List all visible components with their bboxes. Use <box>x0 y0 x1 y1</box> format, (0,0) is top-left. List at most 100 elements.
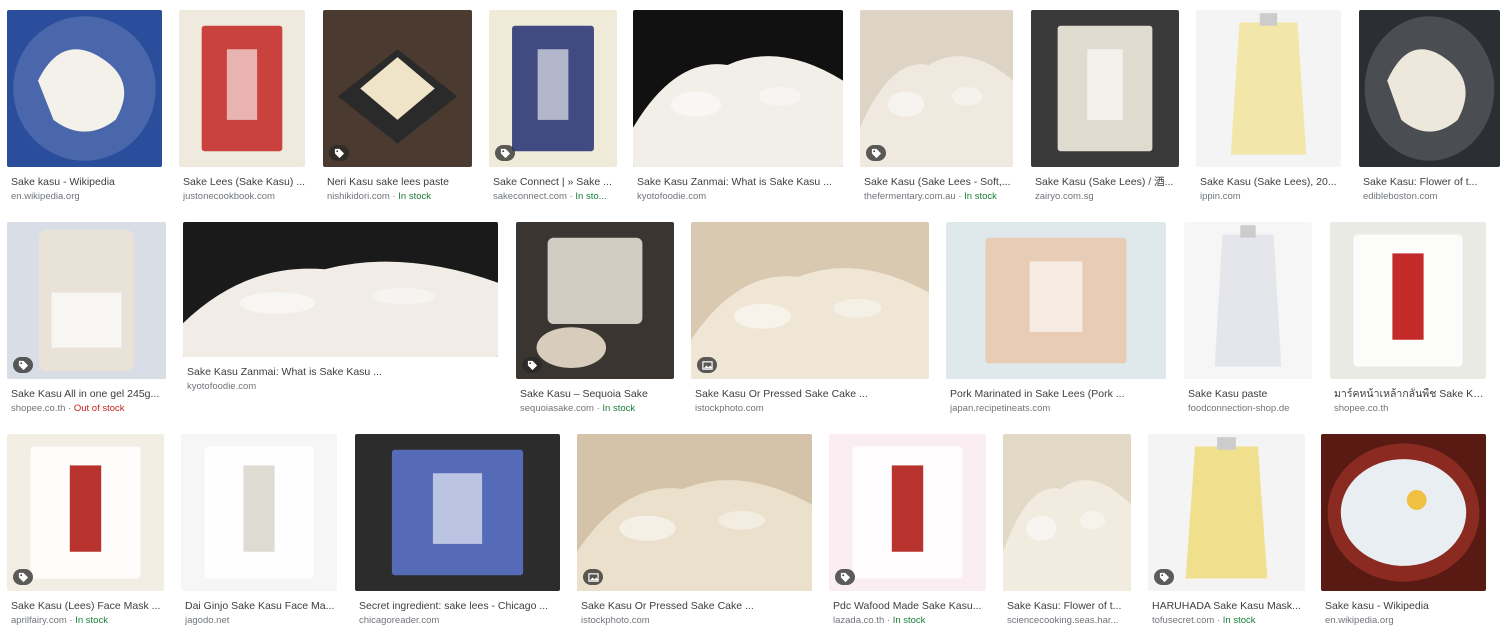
lees-thumbnail[interactable] <box>183 222 498 357</box>
lees-thumbnail[interactable] <box>1003 434 1131 591</box>
image-result-card[interactable]: Sake Kasu Or Pressed Sake Cake ... istock… <box>577 434 812 629</box>
image-result-card[interactable]: Sake Kasu – Sequoia Sake sequoiasake.com … <box>516 222 674 417</box>
result-source: nishikidori.com · In stock <box>327 190 472 203</box>
result-title[interactable]: HARUHADA Sake Kasu Mask... <box>1152 599 1305 613</box>
result-source: en.wikipedia.org <box>1325 614 1486 627</box>
result-caption: Sake Kasu: Flower of t... edibleboston.co… <box>1363 175 1500 203</box>
bowl-thumbnail[interactable] <box>1359 10 1500 167</box>
result-title[interactable]: Sake Connect | » Sake ... <box>493 175 617 189</box>
result-title[interactable]: Pork Marinated in Sake Lees (Pork ... <box>950 387 1166 401</box>
result-title[interactable]: Sake Kasu (Sake Lees), 20... <box>1200 175 1341 189</box>
result-title[interactable]: Pdc Wafood Made Sake Kasu... <box>833 599 986 613</box>
image-result-card[interactable]: Sake Kasu (Sake Lees - Soft,... thefermen… <box>860 10 1013 205</box>
result-title[interactable]: Sake Kasu Zanmai: What is Sake Kasu ... <box>637 175 843 189</box>
image-result-card[interactable]: HARUHADA Sake Kasu Mask... tofusecret.com… <box>1148 434 1305 629</box>
image-result-card[interactable]: Sake Kasu (Sake Lees) / 酒... zairyo.com.s… <box>1031 10 1179 205</box>
package-thumbnail[interactable] <box>946 222 1166 379</box>
pouch-thumbnail[interactable] <box>1196 10 1341 167</box>
package-thumbnail[interactable] <box>489 10 617 167</box>
result-source: sequoiasake.com · In stock <box>520 402 674 415</box>
result-source: lazada.co.th · In stock <box>833 614 986 627</box>
result-title[interactable]: Sake Kasu: Flower of t... <box>1007 599 1131 613</box>
tag-badge <box>13 569 33 585</box>
image-result-card[interactable]: Pdc Wafood Made Sake Kasu... lazada.co.th… <box>829 434 986 629</box>
result-source: kyotofoodie.com <box>187 380 498 393</box>
result-caption: HARUHADA Sake Kasu Mask... tofusecret.com… <box>1152 599 1305 627</box>
result-caption: Neri Kasu sake lees paste nishikidori.com… <box>327 175 472 203</box>
mask-thumbnail[interactable] <box>181 434 337 591</box>
result-caption: Sake Lees (Sake Kasu) ... justonecookbook… <box>183 175 305 203</box>
result-source: justonecookbook.com <box>183 190 305 203</box>
package-thumbnail[interactable] <box>179 10 305 167</box>
result-title[interactable]: Neri Kasu sake lees paste <box>327 175 472 189</box>
image-result-card[interactable]: Sake Lees (Sake Kasu) ... justonecookbook… <box>179 10 305 205</box>
image-result-card[interactable]: Pork Marinated in Sake Lees (Pork ... jap… <box>946 222 1166 417</box>
package-thumbnail[interactable] <box>355 434 560 591</box>
image-result-card[interactable]: Neri Kasu sake lees paste nishikidori.com… <box>323 10 472 205</box>
image-result-card[interactable]: Sake Kasu Zanmai: What is Sake Kasu ... k… <box>633 10 843 205</box>
result-title[interactable]: Secret ingredient: sake lees - Chicago .… <box>359 599 560 613</box>
image-result-card[interactable]: Sake Kasu: Flower of t... edibleboston.co… <box>1359 10 1500 205</box>
image-result-card[interactable]: Sake Connect | » Sake ... sakeconnect.com… <box>489 10 617 205</box>
tag-badge <box>329 145 349 161</box>
lees-thumbnail[interactable] <box>633 10 843 167</box>
lees-image <box>691 222 929 379</box>
tag-badge <box>522 357 542 373</box>
image-result-card[interactable]: Sake Kasu: Flower of t... sciencecooking.… <box>1003 434 1131 629</box>
result-title[interactable]: Sake Kasu (Sake Lees) / 酒... <box>1035 175 1179 189</box>
result-caption: Sake kasu - Wikipedia en.wikipedia.org <box>1325 599 1486 627</box>
result-title[interactable]: Sake Lees (Sake Kasu) ... <box>183 175 305 189</box>
bowl-thumbnail[interactable] <box>7 10 162 167</box>
image-result-card[interactable]: มาร์คหน้าเหล้ากลั่นพืช Sake Ka... shopee.… <box>1330 222 1486 417</box>
result-title[interactable]: มาร์คหน้าเหล้ากลั่นพืช Sake Ka... <box>1334 387 1486 401</box>
container-thumbnail[interactable] <box>516 222 674 379</box>
mask-thumbnail[interactable] <box>829 434 986 591</box>
result-title[interactable]: Sake Kasu (Lees) Face Mask ... <box>11 599 164 613</box>
pouch-thumbnail[interactable] <box>1148 434 1305 591</box>
source-domain: nishikidori.com <box>327 191 390 202</box>
image-result-card[interactable]: Dai Ginjo Sake Kasu Face Ma... jagodo.net <box>181 434 337 629</box>
soup-thumbnail[interactable] <box>1321 434 1486 591</box>
lees-thumbnail[interactable] <box>860 10 1013 167</box>
source-domain: istockphoto.com <box>581 615 650 626</box>
image-badge <box>583 569 603 585</box>
image-result-card[interactable]: Secret ingredient: sake lees - Chicago .… <box>355 434 560 629</box>
result-caption: Sake Kasu Or Pressed Sake Cake ... istock… <box>695 387 929 415</box>
pouch-thumbnail[interactable] <box>1184 222 1312 379</box>
plate-thumbnail[interactable] <box>323 10 472 167</box>
lees-thumbnail[interactable] <box>577 434 812 591</box>
result-title[interactable]: Sake Kasu paste <box>1188 387 1312 401</box>
lees-image <box>860 10 1013 167</box>
tag-icon <box>840 572 850 582</box>
result-source: en.wikipedia.org <box>11 190 162 203</box>
result-title[interactable]: Sake Kasu Zanmai: What is Sake Kasu ... <box>187 365 498 379</box>
bottle-thumbnail[interactable] <box>7 222 166 379</box>
result-title[interactable]: Sake Kasu – Sequoia Sake <box>520 387 674 401</box>
image-result-card[interactable]: Sake Kasu Zanmai: What is Sake Kasu ... k… <box>183 222 498 395</box>
result-title[interactable]: Sake Kasu: Flower of t... <box>1363 175 1500 189</box>
result-source: foodconnection-shop.de <box>1188 402 1312 415</box>
stock-status: Out of stock <box>73 403 125 414</box>
image-result-card[interactable]: Sake Kasu paste foodconnection-shop.de <box>1184 222 1312 417</box>
result-caption: Sake Kasu paste foodconnection-shop.de <box>1188 387 1312 415</box>
result-title[interactable]: Sake Kasu Or Pressed Sake Cake ... <box>581 599 812 613</box>
result-caption: Sake Kasu (Sake Lees - Soft,... thefermen… <box>864 175 1013 203</box>
image-result-card[interactable]: Sake Kasu Or Pressed Sake Cake ... istock… <box>691 222 929 417</box>
image-result-card[interactable]: Sake kasu - Wikipedia en.wikipedia.org <box>1321 434 1486 629</box>
result-title[interactable]: Sake Kasu Or Pressed Sake Cake ... <box>695 387 929 401</box>
lees-thumbnail[interactable] <box>691 222 929 379</box>
result-title[interactable]: Dai Ginjo Sake Kasu Face Ma... <box>185 599 337 613</box>
result-title[interactable]: Sake Kasu All in one gel 245g... <box>11 387 166 401</box>
mask-thumbnail[interactable] <box>7 434 164 591</box>
image-result-card[interactable]: Sake Kasu (Sake Lees), 20... ippin.com <box>1196 10 1341 205</box>
result-title[interactable]: Sake kasu - Wikipedia <box>11 175 162 189</box>
image-result-card[interactable]: Sake Kasu All in one gel 245g... shopee.c… <box>7 222 166 417</box>
result-title[interactable]: Sake kasu - Wikipedia <box>1325 599 1486 613</box>
mask-thumbnail[interactable] <box>1330 222 1486 379</box>
result-title[interactable]: Sake Kasu (Sake Lees - Soft,... <box>864 175 1013 189</box>
image-result-card[interactable]: Sake kasu - Wikipedia en.wikipedia.org <box>7 10 162 205</box>
source-domain: shopee.co.th <box>11 403 66 414</box>
package-thumbnail[interactable] <box>1031 10 1179 167</box>
result-source: aprilfairy.com · In stock <box>11 614 164 627</box>
image-result-card[interactable]: Sake Kasu (Lees) Face Mask ... aprilfairy… <box>7 434 164 629</box>
